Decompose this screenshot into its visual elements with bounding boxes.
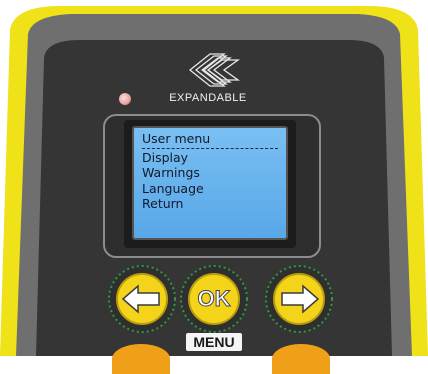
lcd-screen: User menu Display Warnings Language Retu… [132, 126, 288, 240]
right-arrow-button[interactable] [264, 264, 334, 334]
lower-left-button[interactable] [112, 344, 170, 374]
menu-item-language[interactable]: Language [142, 181, 278, 197]
menu-label: MENU [186, 333, 242, 351]
brand-name: EXPANDABLE [169, 92, 247, 104]
menu-item-warnings[interactable]: Warnings [142, 165, 278, 181]
menu-title: User menu [142, 131, 278, 149]
brand-logo [188, 53, 241, 87]
lower-right-button[interactable] [272, 344, 330, 374]
handheld-device: EXPANDABLE User menu Display Warnings La… [0, 0, 428, 374]
ok-button-label: OK [197, 286, 231, 312]
left-arrow-button[interactable] [107, 264, 177, 334]
menu-item-display[interactable]: Display [142, 150, 278, 166]
menu-item-return[interactable]: Return [142, 196, 278, 212]
status-led [119, 93, 131, 105]
